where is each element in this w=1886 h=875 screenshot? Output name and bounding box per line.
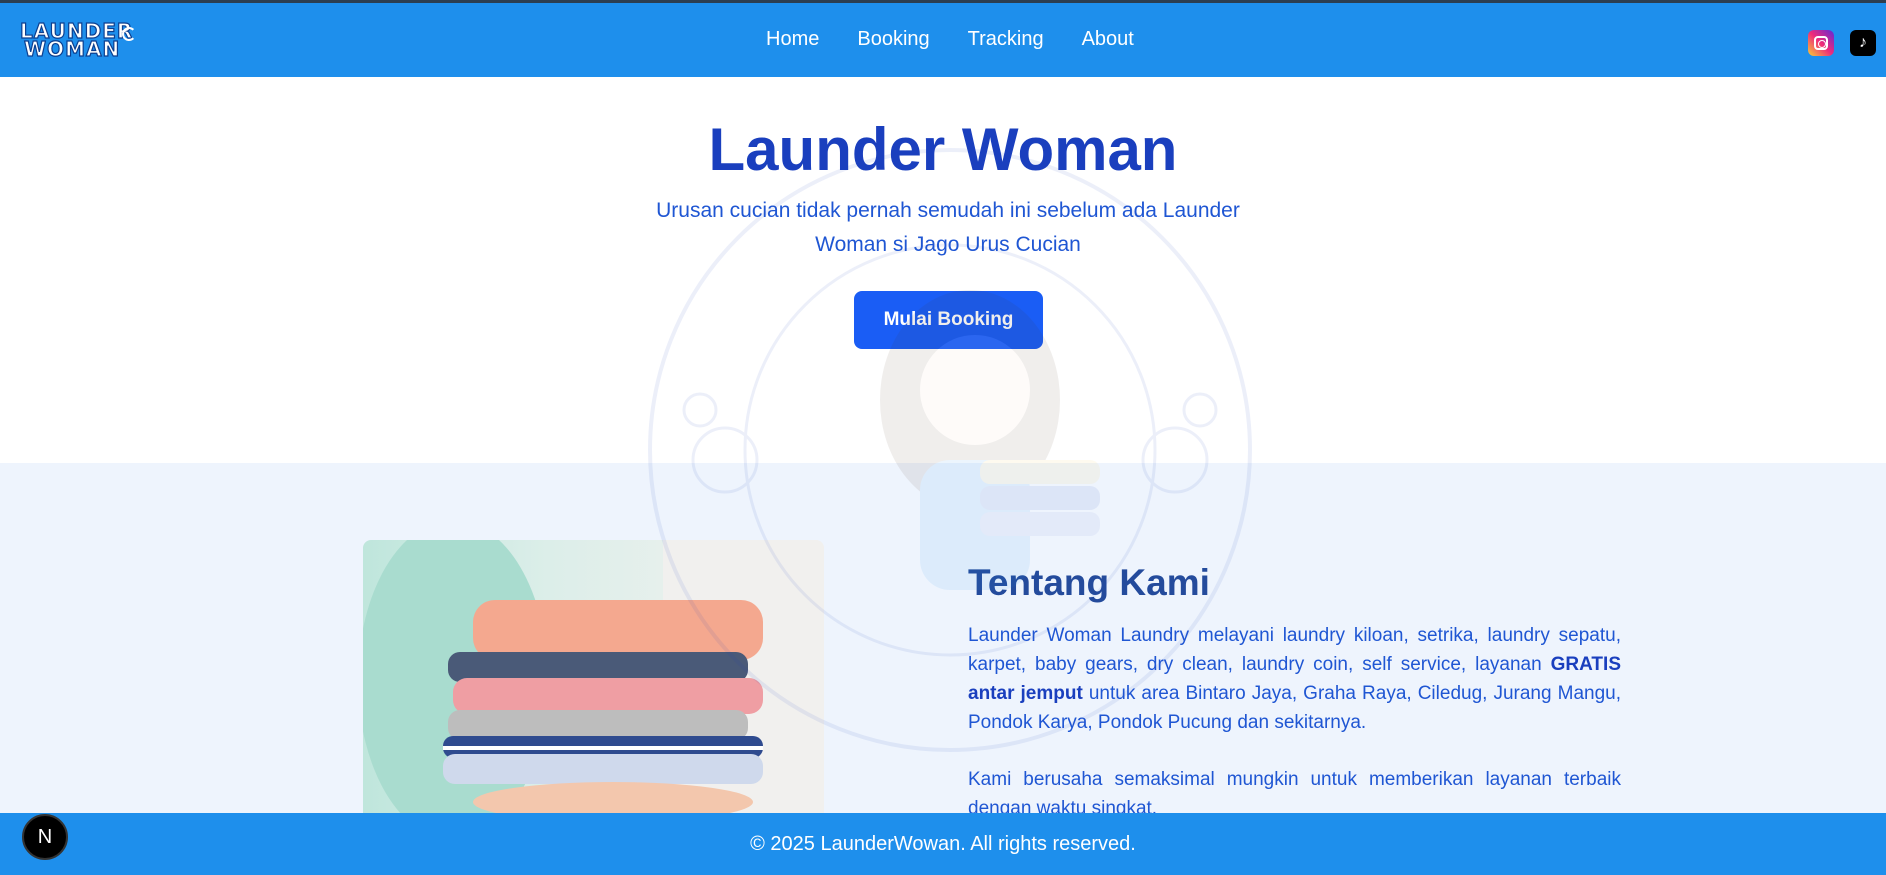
mulai-booking-button[interactable]: Mulai Booking: [854, 291, 1043, 349]
hero-section: Launder Woman Urusan cucian tidak pernah…: [0, 77, 1886, 463]
about-paragraph-1: Launder Woman Laundry melayani laundry k…: [968, 625, 1621, 733]
nav-about[interactable]: About: [1082, 28, 1134, 51]
footer: © 2025 LaunderWowan. All rights reserved…: [0, 813, 1886, 875]
main-nav: Home Booking Tracking About: [766, 28, 1134, 51]
nextjs-dev-badge[interactable]: N: [22, 814, 68, 860]
tiktok-icon[interactable]: ♪: [1850, 30, 1876, 56]
hero-title: Launder Woman: [708, 116, 1178, 183]
about-title: Tentang Kami: [968, 562, 1210, 603]
brand-logo[interactable]: LAUNDER WOMAN: [18, 19, 140, 63]
nav-tracking[interactable]: Tracking: [968, 28, 1044, 51]
instagram-icon[interactable]: [1808, 30, 1834, 56]
hero-subtitle: Urusan cucian tidak pernah semudah ini s…: [656, 199, 1240, 256]
about-section: Tentang Kami Launder Woman Laundry melay…: [0, 463, 1886, 819]
navbar: LAUNDER WOMAN Home Booking Tracking Abou…: [0, 3, 1886, 77]
footer-copyright: © 2025 LaunderWowan. All rights reserved…: [750, 833, 1136, 855]
logo-line2: WOMAN: [23, 37, 121, 61]
logo-swirl-icon: [122, 27, 136, 41]
nav-booking[interactable]: Booking: [857, 28, 929, 51]
folded-clothes-image: [363, 540, 824, 813]
nav-home[interactable]: Home: [766, 28, 819, 51]
